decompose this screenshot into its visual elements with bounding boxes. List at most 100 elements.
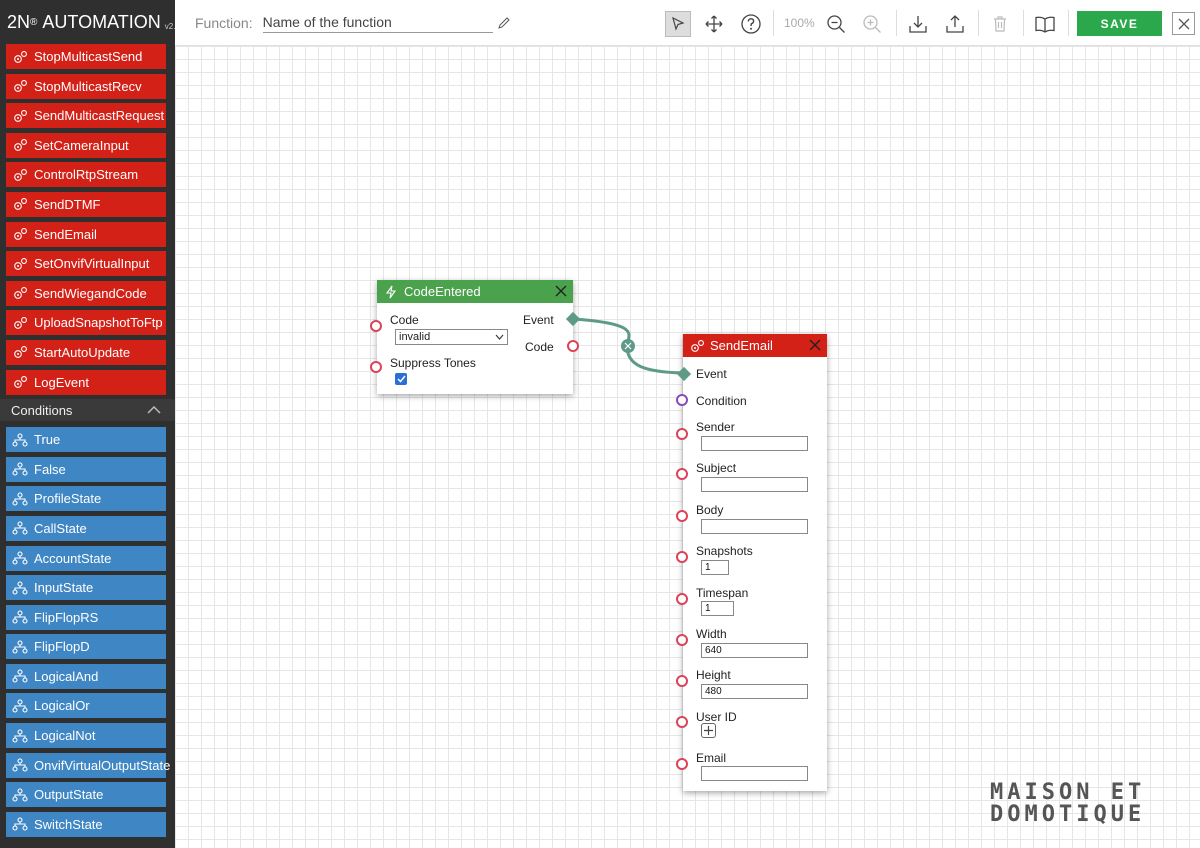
zoom-in-button[interactable] [859,11,885,37]
sidebar-block-set-camera-input[interactable]: SetCameraInput [6,132,166,158]
node-send-email-header[interactable]: SendEmail [683,334,827,357]
manual-button[interactable] [1032,11,1058,37]
cursor-arrow-icon [672,16,685,31]
condition-input-port[interactable] [676,394,688,406]
width-label: Width [696,627,727,641]
condition-tree-icon [12,757,28,773]
sidebar-block-set-onvif-virtual-input[interactable]: SetOnvifVirtualInput [6,251,166,277]
height-input-port[interactable] [676,675,688,687]
suppress-tones-label: Suppress Tones [390,356,476,370]
help-button[interactable] [738,11,764,37]
event-output-label: Event [523,313,554,327]
add-user-id-button[interactable] [701,723,716,738]
node-code-entered[interactable]: CodeEntered Code invalid Suppress Tones … [370,280,581,394]
condition-tree-icon [12,550,28,566]
conditions-header[interactable]: Conditions [0,399,175,422]
node-code-entered-header[interactable]: CodeEntered [377,280,573,303]
timespan-input[interactable] [701,601,734,616]
height-label: Height [696,668,731,682]
sidebar-block-label: SendWiegandCode [34,285,147,301]
gear-icon [12,196,28,212]
sidebar-block-label: SetCameraInput [34,137,129,153]
subject-input-port[interactable] [676,468,688,480]
sidebar-block-stop-multicast-recv[interactable]: StopMulticastRecv [6,73,166,99]
sidebar-block-label: LogicalOr [34,698,90,714]
node-send-email-title: SendEmail [710,338,773,353]
upload-button[interactable] [942,11,968,37]
pencil-icon[interactable] [497,16,511,30]
sidebar-block-logical-or[interactable]: LogicalOr [6,693,166,719]
sidebar-block-true[interactable]: True [6,427,166,453]
email-input[interactable] [701,766,808,781]
condition-tree-icon [12,609,28,625]
function-name-input[interactable] [262,12,493,33]
watermark-logo: MAISON ET DOMOTIQUE [990,782,1196,826]
snapshots-input[interactable] [701,560,729,575]
download-button[interactable] [905,11,931,37]
sidebar-block-input-state[interactable]: InputState [6,575,166,601]
user-id-input-port[interactable] [676,716,688,728]
flow-canvas[interactable]: CodeEntered Code invalid Suppress Tones … [175,46,1200,848]
sidebar-block-logical-and[interactable]: LogicalAnd [6,663,166,689]
gear-icon [12,78,28,94]
subject-input[interactable] [701,477,808,492]
sidebar-block-label: StartAutoUpdate [34,344,131,360]
actions-list: StopMulticastSend StopMulticastRecv SendMu… [0,44,175,395]
sidebar-block-send-multicast-request[interactable]: SendMulticastRequest [6,103,166,129]
body-input[interactable] [701,519,808,534]
sidebar-block-flip-flop-rs[interactable]: FlipFlopRS [6,604,166,630]
sidebar-block-logical-not[interactable]: LogicalNot [6,723,166,749]
sender-input-port[interactable] [676,428,688,440]
code-output-port[interactable] [567,340,579,352]
sidebar-block-upload-snapshot-to-ftp[interactable]: UploadSnapshotToFtp [6,310,166,336]
node-send-email[interactable]: SendEmail Event Condition Sender Subject… [676,334,827,791]
node-code-entered-close-icon[interactable] [553,283,569,299]
sidebar-block-output-state[interactable]: OutputState [6,782,166,808]
delete-button[interactable] [987,11,1013,37]
sender-input[interactable] [701,436,808,451]
sidebar-block-send-email[interactable]: SendEmail [6,221,166,247]
timespan-input-port[interactable] [676,593,688,605]
sidebar-block-account-state[interactable]: AccountState [6,545,166,571]
sidebar-block-label: LogEvent [34,374,89,390]
code-select[interactable]: invalid [395,329,508,345]
sidebar-block-profile-state[interactable]: ProfileState [6,486,166,512]
width-input-port[interactable] [676,634,688,646]
snapshots-input-port[interactable] [676,551,688,563]
sidebar-block-control-rtp-stream[interactable]: ControlRtpStream [6,162,166,188]
zoom-out-button[interactable] [823,11,849,37]
sidebar-block-send-wiegand-code[interactable]: SendWiegandCode [6,280,166,306]
sidebar-block-log-event[interactable]: LogEvent [6,369,166,395]
pan-tool-button[interactable] [701,11,727,37]
sidebar-block-stop-multicast-send[interactable]: StopMulticastSend [6,44,166,69]
suppress-tones-checkbox[interactable] [395,373,407,385]
height-input[interactable] [701,684,808,699]
email-input-port[interactable] [676,758,688,770]
function-label: Function: [195,14,253,31]
sidebar-block-label: AccountState [34,550,112,566]
select-tool-button[interactable] [665,11,691,37]
gear-icon [12,315,28,331]
sidebar-block-false[interactable]: False [6,456,166,482]
suppress-tones-input-port[interactable] [370,361,382,373]
brand-reg-mark: ® [30,16,38,28]
sidebar-block-onvif-virtual-output-state[interactable]: OnvifVirtualOutputState [6,752,170,778]
sidebar-block-send-dtmf[interactable]: SendDTMF [6,191,166,217]
sidebar-block-label: OutputState [34,787,104,803]
condition-label: Condition [696,394,747,408]
lightning-icon [383,284,399,300]
node-send-email-close-icon[interactable] [807,337,823,353]
sidebar-block-call-state[interactable]: CallState [6,515,166,541]
code-input-port[interactable] [370,320,382,332]
sidebar-block-flip-flop-d[interactable]: FlipFlopD [6,634,166,660]
sidebar-block-label: SendDTMF [34,196,101,212]
width-input[interactable] [701,643,808,658]
sidebar-block-switch-state[interactable]: SwitchState [6,811,166,837]
sidebar-block-start-auto-update[interactable]: StartAutoUpdate [6,339,166,365]
save-button[interactable]: SAVE [1077,11,1162,36]
condition-tree-icon [12,698,28,714]
sidebar-block-label: SwitchState [34,816,103,832]
body-input-port[interactable] [676,510,688,522]
conditions-header-label: Conditions [11,402,73,418]
close-button[interactable] [1172,12,1195,35]
